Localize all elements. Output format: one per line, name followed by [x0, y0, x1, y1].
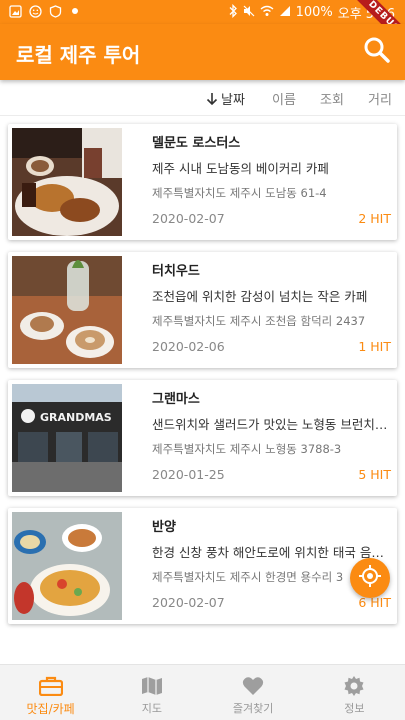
face-notification-icon	[28, 4, 42, 18]
nav-item-info[interactable]: 정보	[304, 665, 405, 720]
nav-label: 즐겨찾기	[232, 702, 274, 715]
place-hit-count: 5 HIT	[358, 467, 391, 482]
sort-option-label: 날짜	[221, 93, 245, 108]
gallery-notification-icon	[8, 4, 22, 18]
sort-option-name[interactable]: 이름	[272, 89, 296, 108]
nav-label: 정보	[344, 702, 365, 715]
arrow-down-icon	[206, 92, 218, 110]
place-card[interactable]: 반양 한경 신창 풍차 해안도로에 위치한 태국 음식점 제주특별자치도 제주시…	[8, 508, 397, 624]
place-name: 델문도 로스터스	[152, 136, 241, 151]
place-description: 조천읍에 위치한 감성이 넘치는 작은 카페	[152, 289, 368, 304]
wifi-icon	[260, 5, 274, 21]
sort-bar: 날짜 이름 조회 거리	[0, 80, 405, 116]
briefcase-icon	[38, 675, 63, 697]
bottom-navigation: 맛집/카페 지도 즐겨찾기 정보	[0, 664, 405, 720]
my-location-button[interactable]	[350, 558, 390, 598]
gps-crosshair-icon	[358, 564, 382, 592]
place-date: 2020-01-25	[152, 467, 225, 482]
place-address: 제주특별자치도 제주시 노형동 3788-3	[152, 442, 342, 456]
place-description: 샌드위치와 샐러드가 맛있는 노형동 브런치 카페	[152, 417, 390, 432]
place-card[interactable]: 델문도 로스터스 제주 시내 도남동의 베이커리 카페 제주특별자치도 제주시 …	[8, 124, 397, 240]
place-date: 2020-02-07	[152, 211, 225, 226]
place-hit-count: 1 HIT	[358, 339, 391, 354]
sort-option-distance[interactable]: 거리	[368, 89, 392, 108]
nav-item-restaurants[interactable]: 맛집/카페	[0, 665, 101, 720]
map-icon	[140, 675, 164, 697]
place-name: 터치우드	[152, 264, 200, 279]
place-photo: GRANDMAS	[12, 384, 122, 492]
place-name: 그랜마스	[152, 392, 200, 407]
place-address: 제주특별자치도 제주시 도남동 61-4	[152, 186, 327, 200]
place-date: 2020-02-07	[152, 595, 225, 610]
place-photo	[12, 512, 122, 620]
heart-icon	[241, 675, 265, 697]
status-bar: 100% 오후 5:16 DEBUG	[0, 0, 405, 54]
nav-label: 맛집/카페	[26, 702, 75, 716]
nav-label: 지도	[141, 702, 162, 715]
nav-item-map[interactable]: 지도	[101, 665, 202, 720]
place-photo	[12, 256, 122, 364]
shield-notification-icon	[48, 4, 62, 18]
search-button[interactable]	[359, 34, 395, 70]
place-description: 제주 시내 도남동의 베이커리 카페	[152, 161, 329, 176]
place-date: 2020-02-06	[152, 339, 225, 354]
dot-notification-icon	[68, 4, 82, 18]
mute-icon	[243, 5, 255, 21]
place-card[interactable]: GRANDMAS 그랜마스 샌드위치와 샐러드가 맛있는 노형동 브런치 카페 …	[8, 380, 397, 496]
sort-option-date[interactable]: 날짜	[206, 89, 245, 110]
bluetooth-icon	[228, 3, 238, 22]
battery-level: 100%	[295, 5, 333, 20]
page-title: 로컬 제주 투어	[16, 43, 141, 67]
nav-item-favorites[interactable]: 즐겨찾기	[203, 665, 304, 720]
place-hit-count: 2 HIT	[358, 211, 391, 226]
place-photo	[12, 128, 122, 236]
place-address: 제주특별자치도 제주시 조천읍 함덕리 2437	[152, 314, 366, 328]
place-name: 반양	[152, 520, 176, 535]
gear-icon	[342, 675, 366, 697]
place-card[interactable]: 터치우드 조천읍에 위치한 감성이 넘치는 작은 카페 제주특별자치도 제주시 …	[8, 252, 397, 368]
sort-option-views[interactable]: 조회	[320, 89, 344, 108]
place-description: 한경 신창 풍차 해안도로에 위치한 태국 음식점	[152, 545, 390, 560]
app-bar: 로컬 제주 투어	[0, 24, 405, 80]
grandmas-sign-text: GRANDMAS	[40, 411, 112, 424]
signal-icon	[279, 5, 291, 21]
search-icon	[363, 36, 391, 68]
